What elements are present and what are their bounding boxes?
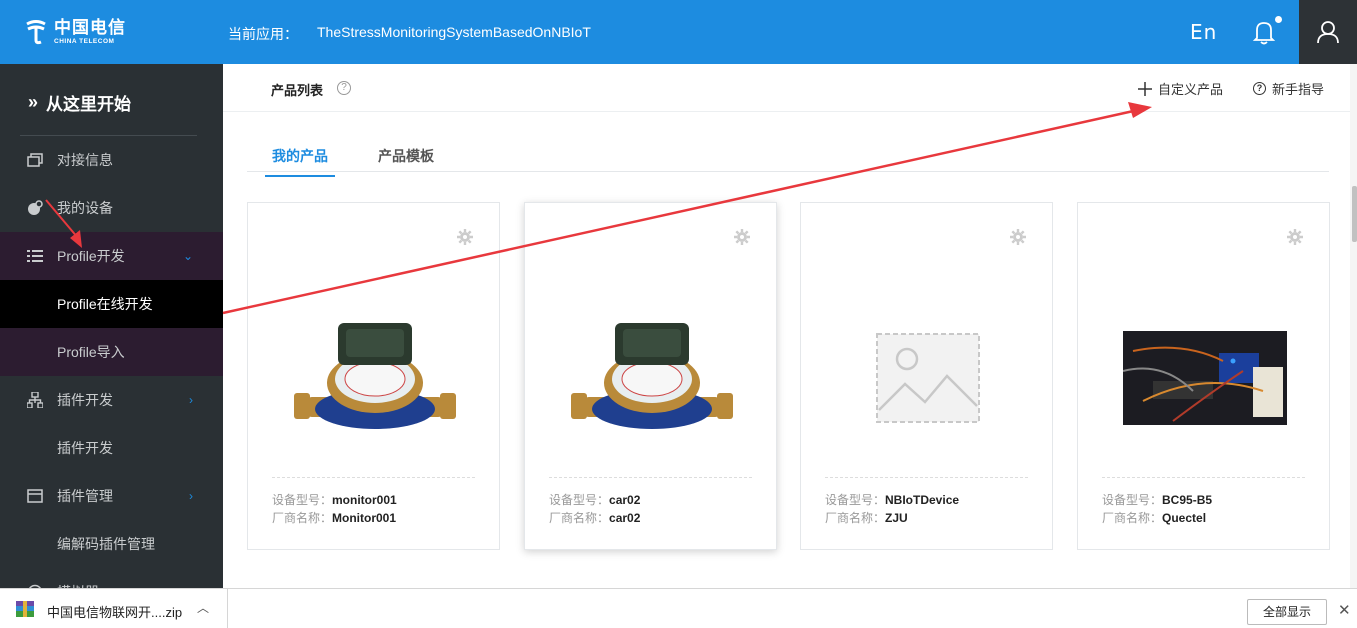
download-item[interactable]: 中国电信物联网开....zip ︿ bbox=[0, 589, 228, 628]
plus-icon bbox=[1138, 81, 1152, 96]
scrollbar-thumb[interactable] bbox=[1352, 186, 1357, 242]
beginner-guide-button[interactable]: ? 新手指导 bbox=[1253, 79, 1324, 98]
model-value: car02 bbox=[609, 493, 641, 507]
circuit-board-image bbox=[1078, 283, 1331, 473]
window-icon bbox=[27, 152, 43, 168]
tab-product-templates[interactable]: 产品模板 bbox=[371, 146, 441, 175]
vendor-value: Quectel bbox=[1162, 511, 1207, 525]
help-icon[interactable]: ? bbox=[337, 81, 351, 95]
sidebar-item-label: 我的设备 bbox=[57, 200, 113, 216]
vendor-value: Monitor001 bbox=[332, 511, 397, 525]
get-started-label: 从这里开始 bbox=[46, 95, 132, 114]
logo-cn-text: 中国电信 bbox=[54, 17, 126, 37]
card-info: 设备型号：NBIoTDevice 厂商名称：ZJU bbox=[825, 491, 959, 527]
chevron-up-icon[interactable]: ︿ bbox=[197, 599, 209, 616]
product-tabs: 我的产品 产品模板 bbox=[247, 140, 1329, 177]
sidebar-subitem-plugin-dev[interactable]: 插件开发 bbox=[0, 424, 223, 472]
language-switch-button[interactable]: En bbox=[1190, 20, 1217, 44]
sidebar-item-label: Profile开发 bbox=[57, 248, 125, 264]
vendor-label: 厂商名称： bbox=[825, 511, 886, 525]
model-label: 设备型号： bbox=[825, 493, 886, 507]
card-divider bbox=[272, 477, 475, 478]
page-title: 产品列表 bbox=[271, 83, 324, 98]
sidebar-item-label: 插件管理 bbox=[57, 488, 113, 504]
panel-icon bbox=[27, 488, 43, 504]
sidebar-item-plugin-dev[interactable]: 插件开发 › bbox=[0, 376, 223, 424]
download-bar: 中国电信物联网开....zip ︿ 全部显示 ✕ bbox=[0, 588, 1357, 628]
model-value: BC95-B5 bbox=[1162, 493, 1213, 507]
product-card[interactable]: 设备型号：car02 厂商名称：car02 bbox=[524, 202, 777, 550]
question-circle-icon: ? bbox=[1253, 82, 1266, 95]
product-card[interactable]: 设备型号：monitor001 厂商名称：Monitor001 bbox=[247, 202, 500, 550]
device-icon bbox=[27, 200, 43, 216]
sidebar-item-my-devices[interactable]: 我的设备 bbox=[0, 184, 223, 232]
notification-dot bbox=[1275, 16, 1282, 23]
sidebar-subitem-profile-online[interactable]: Profile在线开发 bbox=[0, 280, 223, 328]
main-content: 产品列表 ? 自定义产品 ? 新手指导 我的产品 产品模板 设备型号：monit… bbox=[223, 64, 1357, 588]
model-label: 设备型号： bbox=[1102, 493, 1163, 507]
vendor-label: 厂商名称： bbox=[272, 511, 333, 525]
model-value: monitor001 bbox=[332, 493, 397, 507]
beginner-guide-label: 新手指导 bbox=[1272, 82, 1325, 97]
card-divider bbox=[1102, 477, 1305, 478]
vendor-value: ZJU bbox=[885, 511, 908, 525]
chevron-right-icon: › bbox=[189, 393, 193, 407]
logo-en-text: CHINA TELECOM bbox=[54, 37, 115, 45]
model-label: 设备型号： bbox=[549, 493, 610, 507]
tab-my-products[interactable]: 我的产品 bbox=[265, 146, 335, 177]
zip-archive-icon bbox=[16, 601, 34, 617]
double-chevron-right-icon: » bbox=[28, 92, 39, 112]
custom-product-label: 自定义产品 bbox=[1158, 82, 1224, 97]
gear-icon[interactable] bbox=[1287, 229, 1303, 245]
water-meter-image bbox=[248, 283, 501, 473]
sidebar: » 从这里开始 对接信息 我的设备 Profile开发 ⌄ Profile在线开… bbox=[0, 64, 223, 598]
sidebar-item-label: 对接信息 bbox=[57, 152, 113, 168]
plugin-tree-icon bbox=[27, 392, 43, 408]
custom-product-button[interactable]: 自定义产品 bbox=[1138, 79, 1223, 98]
card-info: 设备型号：monitor001 厂商名称：Monitor001 bbox=[272, 491, 397, 527]
current-app-label: 当前应用： bbox=[228, 26, 298, 42]
card-info: 设备型号：BC95-B5 厂商名称：Quectel bbox=[1102, 491, 1212, 527]
sidebar-subitem-codec-plugin[interactable]: 编解码插件管理 bbox=[0, 520, 223, 568]
image-placeholder-icon bbox=[801, 283, 1054, 473]
card-divider bbox=[825, 477, 1028, 478]
card-info: 设备型号：car02 厂商名称：car02 bbox=[549, 491, 640, 527]
model-value: NBIoTDevice bbox=[885, 493, 960, 507]
download-file-name: 中国电信物联网开....zip bbox=[47, 605, 183, 620]
product-list-header: 产品列表 ? 自定义产品 ? 新手指导 bbox=[223, 64, 1357, 112]
show-all-downloads-button[interactable]: 全部显示 bbox=[1247, 599, 1327, 625]
model-label: 设备型号： bbox=[272, 493, 333, 507]
vendor-value: car02 bbox=[609, 511, 641, 525]
product-card[interactable]: 设备型号：NBIoTDevice 厂商名称：ZJU bbox=[800, 202, 1053, 550]
card-divider bbox=[549, 477, 752, 478]
get-started-link[interactable]: » 从这里开始 bbox=[28, 90, 131, 115]
gear-icon[interactable] bbox=[457, 229, 473, 245]
product-card[interactable]: 设备型号：BC95-B5 厂商名称：Quectel bbox=[1077, 202, 1330, 550]
china-telecom-logo[interactable]: 中国电信 CHINA TELECOM bbox=[24, 14, 134, 50]
gear-icon[interactable] bbox=[734, 229, 750, 245]
gear-icon[interactable] bbox=[1010, 229, 1026, 245]
list-icon bbox=[27, 248, 43, 264]
chevron-down-icon: ⌄ bbox=[182, 249, 193, 263]
vendor-label: 厂商名称： bbox=[549, 511, 610, 525]
sidebar-item-label: 插件开发 bbox=[57, 392, 113, 408]
page-scrollbar[interactable] bbox=[1350, 64, 1357, 588]
sidebar-subitem-profile-import[interactable]: Profile导入 bbox=[0, 328, 223, 376]
sidebar-item-integration-info[interactable]: 对接信息 bbox=[0, 136, 223, 184]
water-meter-image bbox=[525, 283, 778, 473]
user-account-button[interactable] bbox=[1299, 0, 1357, 64]
top-header: 中国电信 CHINA TELECOM 当前应用： TheStressMonito… bbox=[0, 0, 1357, 64]
telecom-logo-icon bbox=[26, 20, 46, 45]
sidebar-item-profile-dev[interactable]: Profile开发 ⌄ bbox=[0, 232, 223, 280]
close-icon[interactable]: ✕ bbox=[1338, 601, 1351, 619]
sidebar-item-plugin-manage[interactable]: 插件管理 › bbox=[0, 472, 223, 520]
chevron-right-icon: › bbox=[189, 489, 193, 503]
current-app-name[interactable]: TheStressMonitoringSystemBasedOnNBIoT bbox=[317, 24, 591, 40]
vendor-label: 厂商名称： bbox=[1102, 511, 1163, 525]
user-icon bbox=[1317, 21, 1339, 44]
